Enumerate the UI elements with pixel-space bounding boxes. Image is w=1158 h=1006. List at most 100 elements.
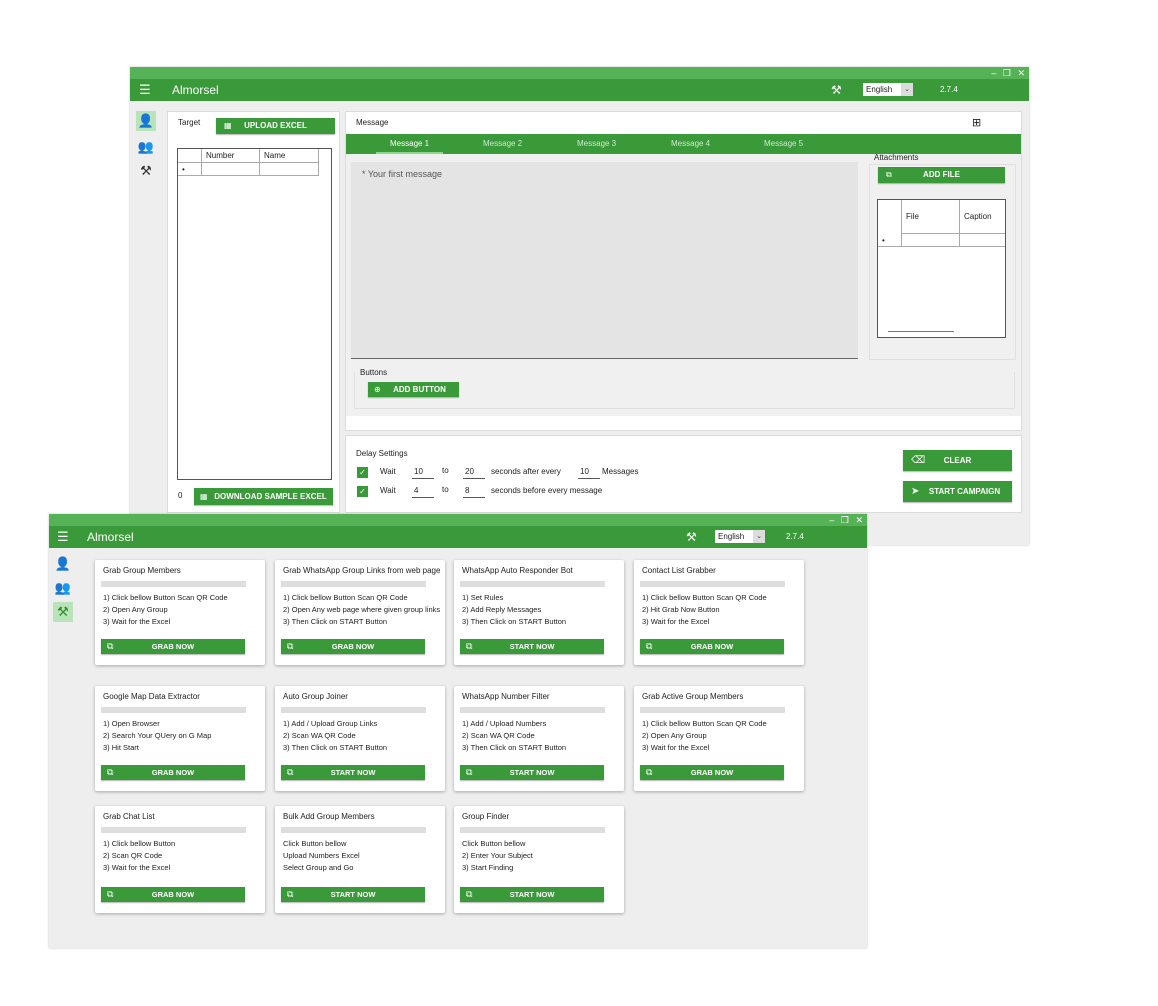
attachments-grid[interactable]: File Caption • (877, 199, 1006, 338)
user-icon[interactable]: 👤 (136, 111, 156, 131)
add-file-button[interactable]: ⧉ ADD FILE (878, 167, 1005, 183)
clear-button[interactable]: ⌫ CLEAR (903, 450, 1012, 471)
download-sample-excel-button[interactable]: ▦ DOWNLOAD SAMPLE EXCEL (194, 488, 333, 505)
wait-from-input[interactable]: 4 (412, 485, 434, 498)
card-action-button[interactable]: ⧉ GRAB NOW (101, 887, 245, 902)
check-icon[interactable]: ✓ (357, 467, 368, 478)
close-button[interactable]: ✕ (1017, 68, 1025, 78)
card-step: 3) Hit Start (103, 743, 139, 752)
add-button-label: ADD BUTTON (393, 385, 446, 394)
delay-from-input[interactable]: 10 (412, 466, 434, 479)
add-file-label: ADD FILE (923, 170, 960, 179)
language-select[interactable]: English ⌄ (715, 530, 765, 543)
language-select[interactable]: English ⌄ (863, 83, 913, 96)
column-name[interactable]: Name (260, 149, 319, 163)
card-progress-bar (281, 707, 426, 713)
external-link-icon: ⧉ (646, 767, 653, 777)
to-label: to (442, 466, 449, 475)
close-button[interactable]: ✕ (855, 515, 863, 525)
add-message-icon[interactable]: ⊞ (972, 117, 981, 129)
card-step: Click Button bellow (462, 839, 526, 848)
send-icon: ➤ (911, 486, 920, 497)
after-every-label: seconds after every (491, 467, 561, 476)
file-cell[interactable] (902, 234, 960, 247)
external-link-icon: ⧉ (107, 641, 114, 651)
external-link-icon: ⧉ (287, 641, 294, 651)
check-icon[interactable]: ✓ (357, 486, 368, 497)
delay-to-input[interactable]: 20 (463, 466, 485, 479)
tools-icon[interactable]: ⚒ (136, 161, 156, 181)
before-every-label: seconds before every message (491, 486, 603, 495)
tab-message-2[interactable]: Message 2 (483, 134, 522, 154)
tab-message-5[interactable]: Message 5 (764, 134, 803, 154)
card-step: 3) Wait for the Excel (103, 863, 171, 872)
card-step: Click Button bellow (283, 839, 347, 848)
card-action-button[interactable]: ⧉ GRAB NOW (640, 639, 784, 654)
tool-card: WhatsApp Auto Responder Bot 1) Set Rules 2… (454, 560, 624, 665)
restore-button[interactable]: ❐ (1003, 68, 1011, 78)
card-action-button[interactable]: ⧉ START NOW (460, 639, 604, 654)
upload-excel-button[interactable]: ▦ UPLOAD EXCEL (216, 118, 335, 134)
horizontal-scrollbar[interactable] (888, 331, 954, 332)
card-action-button[interactable]: ⧉ START NOW (460, 887, 604, 902)
card-progress-bar (460, 827, 605, 833)
tool-card: Auto Group Joiner 1) Add / Upload Group L… (275, 686, 445, 791)
card-step: 2) Scan QR Code (103, 851, 163, 860)
card-action-button[interactable]: ⧉ START NOW (281, 887, 425, 902)
hamburger-menu-icon[interactable]: ☰ (57, 529, 69, 545)
column-caption[interactable]: Caption (960, 200, 1005, 234)
minimize-button[interactable]: – (991, 68, 996, 78)
tools-icon[interactable]: ⚒ (831, 82, 842, 98)
plus-circle-icon: ⊕ (374, 385, 381, 394)
card-step: 1) Click bellow Button Scan QR Code (283, 593, 408, 602)
tab-message-1[interactable]: Message 1 (375, 134, 444, 154)
card-step: 3) Then Click on START Button (283, 617, 388, 626)
hamburger-menu-icon[interactable]: ☰ (139, 82, 151, 98)
card-title: Grab Group Members (103, 566, 181, 575)
app-title: Almorsel (172, 83, 219, 97)
wait-to-input[interactable]: 8 (463, 485, 485, 498)
card-step: 2) Search Your QUery on G Map (103, 731, 212, 740)
excel-icon: ▦ (200, 492, 208, 501)
external-link-icon: ⧉ (886, 170, 892, 179)
card-action-button[interactable]: ⧉ GRAB NOW (281, 639, 425, 654)
message-textarea[interactable]: * Your first message (351, 162, 858, 359)
version-label: 2.7.4 (940, 85, 958, 94)
tool-card: WhatsApp Number Filter 1) Add / Upload Nu… (454, 686, 624, 791)
add-button-button[interactable]: ⊕ ADD BUTTON (368, 382, 459, 397)
card-title: Grab Chat List (103, 812, 155, 821)
tools-icon[interactable]: ⚒ (686, 529, 697, 545)
card-title: Group Finder (462, 812, 510, 821)
group-icon[interactable]: 👥 (53, 578, 73, 598)
tool-card: Group Finder Click Button bellow 2) Enter … (454, 806, 624, 913)
card-action-button[interactable]: ⧉ GRAB NOW (101, 765, 245, 780)
tool-card: Grab WhatsApp Group Links from web page 1… (275, 560, 445, 665)
card-action-button[interactable]: ⧉ GRAB NOW (640, 765, 784, 780)
card-title: WhatsApp Auto Responder Bot (462, 566, 573, 575)
card-step: 3) Then Click on START Button (462, 617, 567, 626)
window-controls: – ❐ ✕ (987, 67, 1025, 79)
user-icon[interactable]: 👤 (53, 554, 73, 574)
group-icon[interactable]: 👥 (136, 137, 156, 157)
card-action-button[interactable]: ⧉ START NOW (460, 765, 604, 780)
column-file[interactable]: File (902, 200, 960, 234)
target-label: Target (178, 118, 201, 127)
minimize-button[interactable]: – (829, 515, 834, 525)
card-action-button[interactable]: ⧉ GRAB NOW (101, 639, 245, 654)
name-cell[interactable] (260, 163, 319, 176)
card-action-button[interactable]: ⧉ START NOW (281, 765, 425, 780)
card-step: 2) Open Any Group (103, 605, 168, 614)
caption-cell[interactable] (960, 234, 1005, 247)
card-action-label: GRAB NOW (151, 768, 195, 777)
tab-message-3[interactable]: Message 3 (577, 134, 616, 154)
numbers-grid[interactable]: Number Name • (177, 148, 332, 480)
tool-card: Grab Chat List 1) Click bellow Button 2) S… (95, 806, 265, 913)
card-action-label: GRAB NOW (151, 642, 195, 651)
restore-button[interactable]: ❐ (841, 515, 849, 525)
start-campaign-button[interactable]: ➤ START CAMPAIGN (903, 481, 1012, 502)
column-number[interactable]: Number (202, 149, 260, 163)
tools-icon[interactable]: ⚒ (53, 602, 73, 622)
messages-count-input[interactable]: 10 (578, 466, 600, 479)
number-cell[interactable] (202, 163, 260, 176)
tab-message-4[interactable]: Message 4 (671, 134, 710, 154)
